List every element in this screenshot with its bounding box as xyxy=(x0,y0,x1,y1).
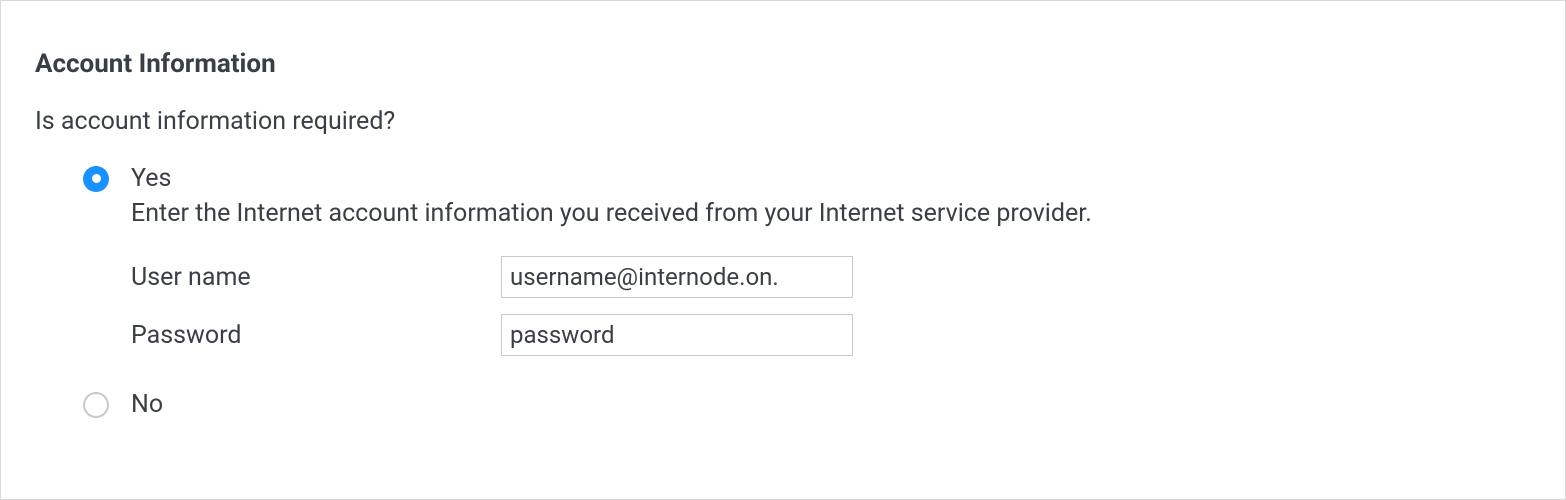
password-input[interactable] xyxy=(501,314,853,356)
radio-row-no: No xyxy=(83,390,1531,419)
username-row: User name xyxy=(131,256,1531,298)
radio-yes[interactable] xyxy=(83,166,109,192)
radio-yes-label: Yes xyxy=(131,164,171,193)
section-question: Is account information required? xyxy=(35,107,1531,136)
account-info-panel: Account Information Is account informati… xyxy=(0,0,1566,500)
username-input[interactable] xyxy=(501,256,853,298)
radio-group: Yes xyxy=(35,164,1531,193)
password-row: Password xyxy=(131,314,1531,356)
password-label: Password xyxy=(131,321,501,350)
radio-row-yes: Yes xyxy=(83,164,1531,193)
radio-no[interactable] xyxy=(83,392,109,418)
username-label: User name xyxy=(131,263,501,292)
yes-content: Enter the Internet account information y… xyxy=(35,199,1531,356)
instruction-text: Enter the Internet account information y… xyxy=(131,199,1531,228)
section-title: Account Information xyxy=(35,49,1531,79)
radio-group-no: No xyxy=(35,390,1531,419)
radio-no-label: No xyxy=(131,390,163,419)
radio-dot-icon xyxy=(92,174,101,183)
